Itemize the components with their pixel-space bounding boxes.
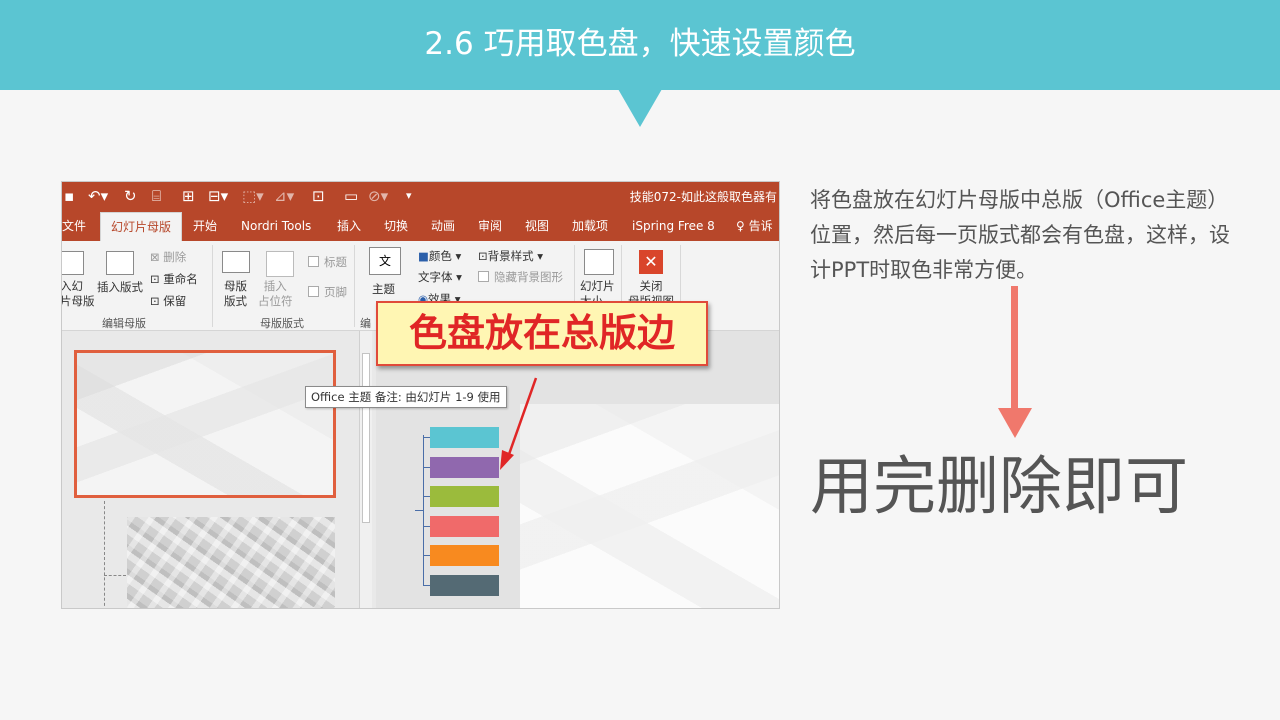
down-arrow-icon [998,408,1032,438]
slide-header: 2.6 巧用取色盘，快速设置颜色 [0,0,1280,90]
conclusion-text: 用完删除即可 [810,450,1188,523]
callout-arrow-icon [500,377,538,470]
header-pointer-triangle [618,89,662,127]
powerpoint-screenshot: ▪ ↶▾ ↻ ⌸ ⊞ ⊟▾ ⬚▾ ⊿▾ ⊡ ▭ ⊘▾ ▾ 技能072-如此这般取… [61,181,780,609]
slide-title: 2.6 巧用取色盘，快速设置颜色 [424,26,856,62]
down-arrow-shaft [1011,286,1018,410]
slide-description: 将色盘放在幻灯片母版中总版（Office主题） 位置，然后每一页版式都会有色盘，… [810,188,1230,282]
